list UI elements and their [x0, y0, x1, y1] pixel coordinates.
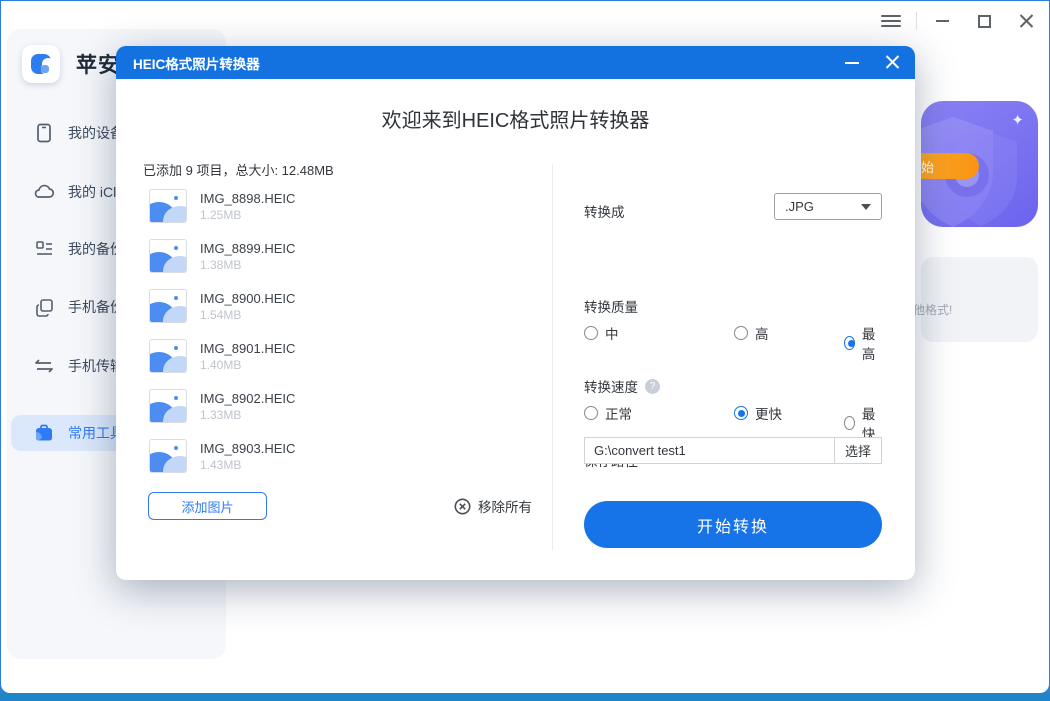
save-path-box: 选择 [584, 437, 882, 464]
app-logo-icon [22, 45, 60, 83]
radio-icon [584, 406, 598, 420]
info-card: 他格式! [921, 257, 1038, 342]
list-item: IMG_8903.HEIC 1.43MB [149, 436, 449, 476]
quality-radio-high[interactable]: 高 [734, 323, 769, 343]
quality-radio-group: 中 高 最高 [584, 323, 882, 339]
brand: 苹安 [22, 45, 120, 83]
file-name: IMG_8899.HEIC [200, 241, 295, 256]
format-value: .JPG [785, 199, 861, 214]
list-item: IMG_8900.HEIC 1.54MB [149, 286, 449, 326]
info-card-text: 他格式! [913, 301, 952, 318]
image-thumbnail-icon [149, 389, 187, 423]
toolbox-icon [33, 422, 55, 444]
dialog-titlebar: HEIC格式照片转换器 [116, 46, 915, 79]
remove-all-label: 移除所有 [478, 496, 532, 516]
hamburger-icon [881, 15, 901, 27]
heic-converter-dialog: HEIC格式照片转换器 欢迎来到HEIC格式照片转换器 已添加 9 项目，总大小… [116, 46, 915, 580]
speed-radio-group: 正常 更快 最快 [584, 403, 882, 419]
image-thumbnail-icon [149, 439, 187, 473]
promo-card: ✦ 始 [921, 101, 1038, 227]
maximize-icon [978, 15, 991, 28]
speed-radio-normal[interactable]: 正常 [584, 403, 632, 423]
quality-radio-highest[interactable]: 最高 [844, 323, 882, 363]
file-size: 1.38MB [200, 258, 295, 272]
radio-label: 中 [605, 323, 619, 343]
minimize-icon [936, 20, 949, 22]
radio-label: 正常 [605, 403, 632, 423]
radio-icon [734, 326, 748, 340]
speed-label: 转换速度 ? [584, 376, 660, 396]
window-controls [874, 9, 1043, 33]
help-icon[interactable]: ? [645, 379, 660, 394]
copy-icon [33, 296, 55, 318]
file-name: IMG_8901.HEIC [200, 341, 295, 356]
quality-radio-medium[interactable]: 中 [584, 323, 619, 343]
add-images-button[interactable]: 添加图片 [148, 492, 267, 520]
close-icon [885, 55, 900, 70]
list-item: IMG_8898.HEIC 1.25MB [149, 186, 449, 226]
file-size: 1.33MB [200, 408, 295, 422]
dialog-minimize-button[interactable] [837, 46, 867, 79]
cloud-icon [33, 181, 55, 203]
image-thumbnail-icon [149, 289, 187, 323]
radio-icon [844, 336, 855, 350]
dialog-title: HEIC格式照片转换器 [133, 53, 260, 73]
desktop: 苹安 我的设备 我的 iCloud 我的备份 [0, 0, 1050, 701]
file-size: 1.40MB [200, 358, 295, 372]
speed-label-text: 转换速度 [584, 376, 638, 396]
file-name: IMG_8903.HEIC [200, 441, 295, 456]
file-name: IMG_8900.HEIC [200, 291, 295, 306]
close-button[interactable] [1009, 9, 1043, 33]
list-summary: 已添加 9 项目，总大小: 12.48MB [143, 160, 334, 179]
remove-all-icon [454, 498, 471, 515]
browse-button[interactable]: 选择 [834, 438, 881, 463]
maximize-button[interactable] [967, 9, 1001, 33]
app-menu-button[interactable] [874, 9, 908, 33]
panel-divider [552, 164, 553, 550]
radio-label: 更快 [755, 403, 782, 423]
start-convert-button[interactable]: 开始转换 [584, 501, 882, 548]
radio-label: 最高 [862, 323, 882, 363]
list-item: IMG_8901.HEIC 1.40MB [149, 336, 449, 376]
minimize-icon [845, 62, 859, 64]
minimize-button[interactable] [925, 9, 959, 33]
promo-start-button[interactable]: 始 [921, 153, 979, 179]
image-thumbnail-icon [149, 189, 187, 223]
controls-divider [916, 12, 917, 30]
radio-icon [584, 326, 598, 340]
list-item: IMG_8899.HEIC 1.38MB [149, 236, 449, 276]
dialog-close-button[interactable] [877, 46, 907, 79]
file-size: 1.25MB [200, 208, 295, 222]
image-thumbnail-icon [149, 339, 187, 373]
app-title: 苹安 [76, 49, 120, 79]
format-dropdown[interactable]: .JPG [774, 193, 882, 220]
image-thumbnail-icon [149, 239, 187, 273]
chevron-down-icon [861, 204, 871, 210]
taskbar[interactable] [0, 693, 1050, 701]
speed-radio-faster[interactable]: 更快 [734, 403, 782, 423]
quality-label: 转换质量 [584, 296, 638, 316]
radio-icon [734, 406, 748, 420]
phone-icon [33, 122, 55, 144]
file-name: IMG_8902.HEIC [200, 391, 295, 406]
transfer-arrows-icon [33, 355, 55, 377]
file-size: 1.54MB [200, 308, 295, 322]
close-icon [1019, 14, 1034, 29]
welcome-heading: 欢迎来到HEIC格式照片转换器 [116, 104, 915, 133]
save-path-input[interactable] [585, 438, 834, 463]
radio-label: 高 [755, 323, 769, 343]
remove-all-button[interactable]: 移除所有 [454, 496, 532, 516]
file-name: IMG_8898.HEIC [200, 191, 295, 206]
format-label: 转换成 [584, 201, 625, 221]
file-size: 1.43MB [200, 458, 295, 472]
app-window: 苹安 我的设备 我的 iCloud 我的备份 [0, 0, 1050, 694]
list-item: IMG_8902.HEIC 1.33MB [149, 386, 449, 426]
backup-list-icon [33, 238, 55, 260]
radio-icon [844, 416, 855, 430]
